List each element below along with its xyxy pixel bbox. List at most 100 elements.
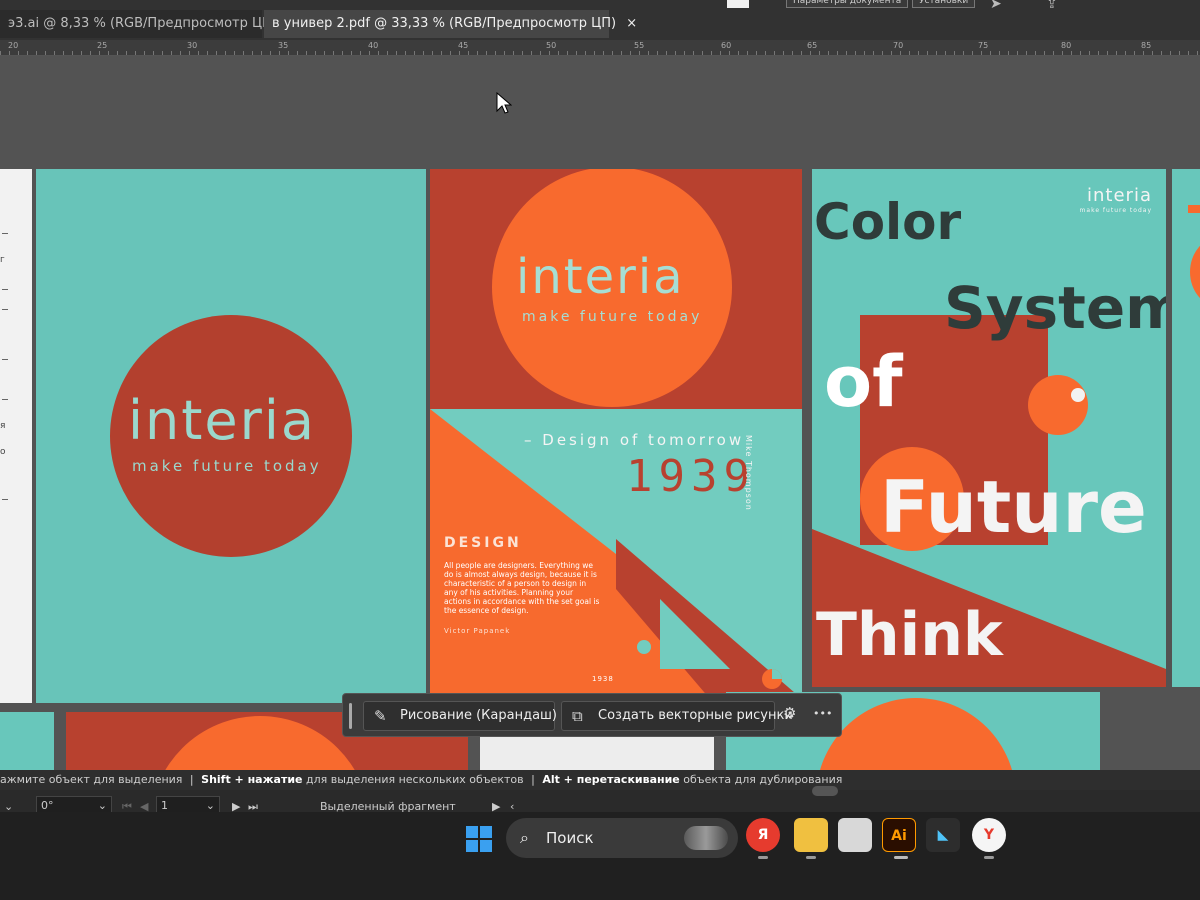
text-line (2, 289, 8, 290)
more-options-icon[interactable]: ••• (813, 707, 832, 720)
ruler-tick: 45 (458, 41, 469, 50)
contextual-task-bar: ✎ Рисование (Карандаш) ⧉ Создать векторн… (342, 693, 842, 737)
poster-footer-year: 1938 (592, 675, 614, 683)
close-icon[interactable]: × (626, 16, 637, 31)
active-indicator (894, 856, 908, 859)
running-indicator (806, 856, 816, 859)
text-line (2, 499, 8, 500)
artboard-poster-design[interactable]: interia make future today – Design of to… (430, 169, 802, 699)
running-indicator (758, 856, 768, 859)
preferences-button[interactable]: Установки (912, 0, 976, 8)
text-line (2, 309, 8, 310)
button-label: Создать векторные рисунки (598, 708, 793, 723)
pointer-options-icon[interactable]: ➤ (990, 0, 1002, 12)
create-vector-button[interactable]: ⧉ Создать векторные рисунки (561, 701, 793, 731)
logo-wordmark: interia (516, 249, 685, 305)
logo-tagline: make future today (522, 309, 703, 325)
tab-label: э3.ai @ 8,33 % (RGB/Предпросмотр ЦП) (8, 16, 277, 31)
microsoft-store-icon[interactable] (838, 818, 872, 852)
headline-system: System (944, 274, 1166, 342)
ruler-tick: 65 (807, 41, 818, 50)
color-swatch[interactable] (727, 0, 749, 8)
pencil-icon: ✎ (374, 707, 387, 725)
headline-of: of (824, 341, 903, 423)
draw-pencil-button[interactable]: ✎ Рисование (Карандаш) (363, 701, 558, 731)
ruler-tick: 30 (187, 41, 198, 50)
flutter-app-icon[interactable]: ◣ (926, 818, 960, 852)
artboard-color-system[interactable]: interia make future today Color System o… (812, 169, 1166, 687)
hint-shortcut-alt: Alt + перетаскивание (542, 773, 680, 786)
running-indicator (984, 856, 994, 859)
headline-think: Think (816, 600, 1003, 670)
mouse-cursor-icon (496, 92, 512, 114)
decor-circle (150, 716, 370, 772)
poster-year: 1939 (626, 451, 756, 502)
file-explorer-icon[interactable] (794, 818, 828, 852)
ruler-tick: 60 (721, 41, 732, 50)
ruler-tick: 85 (1141, 41, 1152, 50)
status-hint-bar: ажмите объект для выделения | Shift + на… (0, 770, 1200, 790)
yandex-browser-icon[interactable]: Я (746, 818, 780, 852)
poster-vertical-author: Mike Thompson (744, 435, 753, 511)
ruler-tick: 70 (893, 41, 904, 50)
yandex-icon[interactable]: Y (972, 818, 1006, 852)
logo-wordmark: interia (128, 389, 316, 452)
hint-duplicate: объекта для дублирования (683, 773, 843, 786)
document-tab-bar: Параметры документа Установки ➤ ⇪ э3.ai … (0, 0, 1200, 40)
ruler-tick: 50 (546, 41, 557, 50)
tab-document-1[interactable]: э3.ai @ 8,33 % (RGB/Предпросмотр ЦП) × (0, 10, 298, 38)
artboard-partial-left[interactable]: г я о (0, 169, 32, 703)
text-line (2, 399, 8, 400)
ruler-tick: 20 (8, 41, 19, 50)
hint-select: ажмите объект для выделения (0, 773, 183, 786)
taskbar-search[interactable]: ⌕ Поиск (506, 818, 738, 858)
ruler-tick: 80 (1061, 41, 1072, 50)
decor-shape (1188, 205, 1200, 213)
poster-subtitle: – Design of tomorrow (524, 431, 745, 449)
ruler-tick: 35 (278, 41, 289, 50)
hint-multi-select: для выделения нескольких объектов (306, 773, 524, 786)
horizontal-ruler[interactable]: 20 25 30 35 40 45 50 55 60 65 70 75 80 8… (0, 40, 1200, 56)
hint-separator: | (189, 773, 194, 786)
artboard-row2-1[interactable] (0, 712, 54, 772)
text-line (2, 359, 8, 360)
button-label: Рисование (Карандаш) (400, 708, 558, 723)
horizontal-scrollbar-thumb[interactable] (812, 786, 838, 796)
export-icon[interactable]: ⇪ (1046, 0, 1058, 12)
document-settings-button[interactable]: Параметры документа (786, 0, 909, 8)
hint-separator: | (531, 773, 535, 786)
headline-future: Future (880, 465, 1147, 549)
illustrator-icon[interactable]: Ai (882, 818, 916, 852)
rotation-value: 0° (41, 799, 54, 812)
windows-taskbar: ⌕ Поиск Я Ai ◣ Y (0, 812, 1200, 900)
decor-circle (1190, 237, 1200, 307)
headline-color: Color (814, 193, 962, 251)
ruler-tick: 40 (368, 41, 379, 50)
tab-label: в универ 2.pdf @ 33,33 % (RGB/Предпросмо… (272, 16, 617, 31)
artboard-logo-teal[interactable]: interia make future today (36, 169, 426, 703)
generative-vector-icon: ⧉ (572, 707, 583, 725)
poster-quote-author: Victor Papanek (444, 627, 511, 635)
poster-heading: DESIGN (444, 535, 522, 551)
drag-handle[interactable] (349, 703, 352, 729)
tab-document-2[interactable]: в универ 2.pdf @ 33,33 % (RGB/Предпросмо… (264, 10, 637, 38)
decor-circle (816, 698, 1016, 772)
page-text-fragment: г (0, 255, 5, 265)
search-icon: ⌕ (520, 828, 529, 847)
text-line (2, 233, 8, 234)
ruler-tick: 75 (978, 41, 989, 50)
artboard-partial-right[interactable] (1172, 169, 1200, 687)
page-text-fragment: я (0, 421, 6, 431)
ai-options-icon[interactable]: ⚙ (783, 704, 796, 722)
artboard-canvas[interactable]: г я о interia make future today interia … (0, 56, 1200, 792)
ruler-tick: 55 (634, 41, 645, 50)
page-text-fragment: о (0, 447, 6, 457)
logo-tagline: make future today (132, 457, 322, 475)
logo-wordmark: interia (1087, 185, 1152, 206)
search-label: Поиск (546, 829, 594, 847)
hint-shortcut-shift: Shift + нажатие (201, 773, 303, 786)
artboard-number: 1 (161, 799, 168, 812)
logo-tagline: make future today (1079, 207, 1152, 214)
search-highlight-image (684, 826, 728, 850)
windows-start-icon[interactable] (466, 826, 492, 852)
